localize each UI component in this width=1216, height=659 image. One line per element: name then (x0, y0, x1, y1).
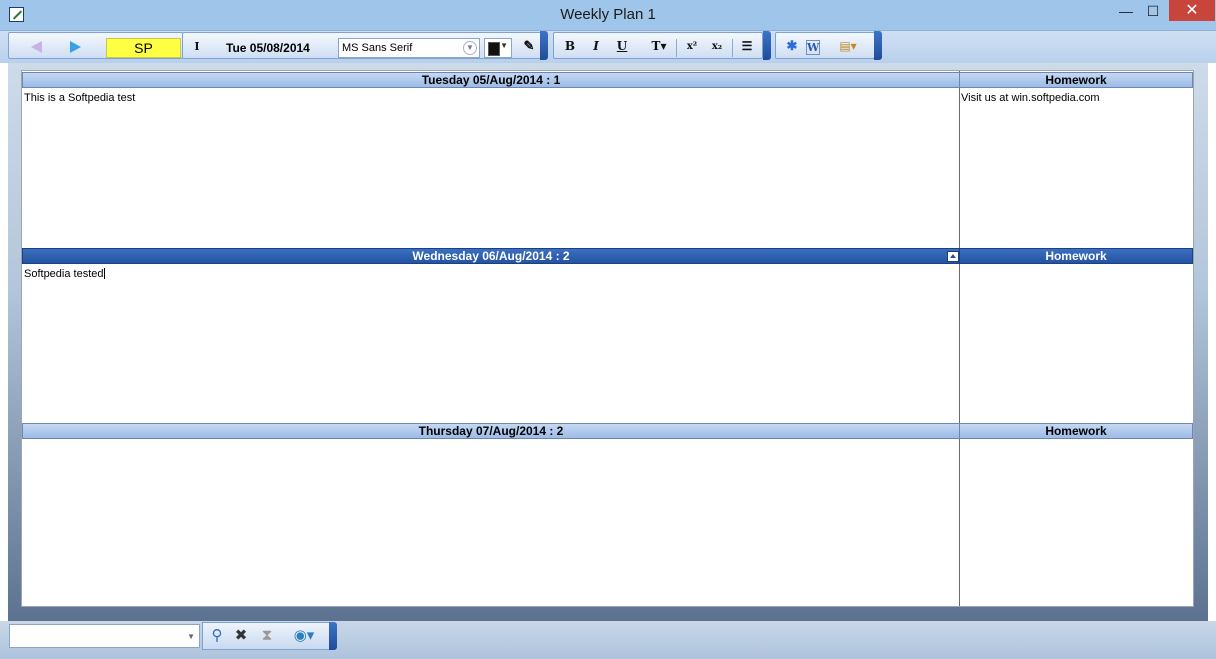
color-swatch (488, 42, 500, 56)
text-color-picker[interactable]: ▼ (484, 38, 512, 58)
bold-button[interactable]: B (560, 37, 580, 56)
day-header-wednesday[interactable]: Wednesday 06/Aug/2014 : 2 (22, 248, 960, 264)
toolbar: SP Ⅰ Tue 05/08/2014 MS Sans Serif ▼ ▼ ✎ … (0, 30, 1216, 63)
template-dropdown-icon[interactable]: ▤▾ (838, 37, 858, 56)
homework-content-tuesday[interactable]: Visit us at win.softpedia.com (961, 92, 1100, 104)
current-date[interactable]: Tue 05/08/2014 (226, 41, 310, 55)
collapse-icon[interactable] (947, 251, 959, 262)
chevron-down-icon: ▼ (500, 41, 508, 50)
day-header-tuesday[interactable]: Tuesday 05/Aug/2014 : 1 (22, 72, 960, 88)
window-title: Weekly Plan 1 (560, 6, 656, 23)
subscript-button[interactable]: x₂ (707, 37, 727, 56)
export-group: ✱ W ▤▾ (775, 32, 875, 59)
day-content-wednesday-text: Softpedia tested (24, 268, 104, 280)
delete-icon[interactable]: ✖ (231, 626, 251, 646)
week-panel: Tuesday 05/Aug/2014 : 1 Homework This is… (21, 70, 1194, 607)
title-bar: Weekly Plan 1 — ☐ ✕ (0, 0, 1216, 30)
bottom-action-group: ⚲ ✖ ⧗ ◉▾ (202, 622, 330, 650)
day-content-tuesday[interactable]: This is a Softpedia test (24, 92, 135, 104)
text-style-dropdown[interactable]: T▾ (646, 37, 672, 56)
group-divider (763, 31, 771, 60)
insert-object-icon[interactable]: ✱ (782, 37, 802, 56)
underline-button[interactable]: U (612, 37, 632, 56)
chevron-down-icon[interactable]: ▼ (463, 41, 477, 55)
calendar-icon[interactable]: Ⅰ (187, 37, 207, 56)
bottom-combo-input[interactable]: ▼ (9, 624, 200, 648)
homework-header-thursday: Homework (959, 423, 1193, 439)
chevron-down-icon[interactable]: ▼ (187, 632, 195, 641)
group-divider (329, 622, 337, 650)
previous-arrow-icon[interactable] (31, 41, 42, 53)
group-divider (540, 31, 548, 60)
homework-header-tuesday: Homework (959, 72, 1193, 88)
highlighter-icon[interactable]: ✎ (519, 37, 539, 56)
date-font-group: Ⅰ Tue 05/08/2014 MS Sans Serif ▼ ▼ ✎ (182, 32, 544, 59)
minimize-button[interactable]: — (1112, 0, 1140, 22)
attachment-icon[interactable]: ⚲ (207, 626, 227, 646)
bottom-toolbar: ▼ ⚲ ✖ ⧗ ◉▾ (0, 621, 1216, 659)
font-family-value: MS Sans Serif (342, 42, 413, 54)
user-initials-badge[interactable]: SP (106, 38, 181, 58)
font-family-select[interactable]: MS Sans Serif ▼ (338, 38, 480, 58)
separator (732, 39, 733, 57)
italic-button[interactable]: I (586, 37, 606, 56)
globe-dropdown-icon[interactable]: ◉▾ (289, 626, 319, 646)
day-content-wednesday[interactable]: Softpedia tested (24, 268, 105, 280)
column-divider (959, 71, 960, 606)
format-group: B I U T▾ x² x₂ ☰ (553, 32, 763, 59)
day-header-thursday[interactable]: Thursday 07/Aug/2014 : 2 (22, 423, 960, 439)
homework-header-wednesday: Homework (959, 248, 1193, 264)
separator (676, 39, 677, 57)
text-cursor (103, 268, 105, 279)
word-export-icon[interactable]: W (806, 40, 820, 55)
group-divider (874, 31, 882, 60)
next-arrow-icon[interactable] (70, 41, 81, 53)
day-header-wednesday-label: Wednesday 06/Aug/2014 : 2 (412, 249, 570, 263)
nav-group: SP (8, 32, 183, 59)
superscript-button[interactable]: x² (682, 37, 702, 56)
bullet-list-button[interactable]: ☰ (737, 37, 757, 56)
planner-area: Tuesday 05/Aug/2014 : 1 Homework This is… (8, 63, 1208, 621)
close-button[interactable]: ✕ (1169, 0, 1215, 21)
hourglass-icon[interactable]: ⧗ (257, 626, 277, 646)
maximize-button[interactable]: ☐ (1139, 0, 1167, 22)
